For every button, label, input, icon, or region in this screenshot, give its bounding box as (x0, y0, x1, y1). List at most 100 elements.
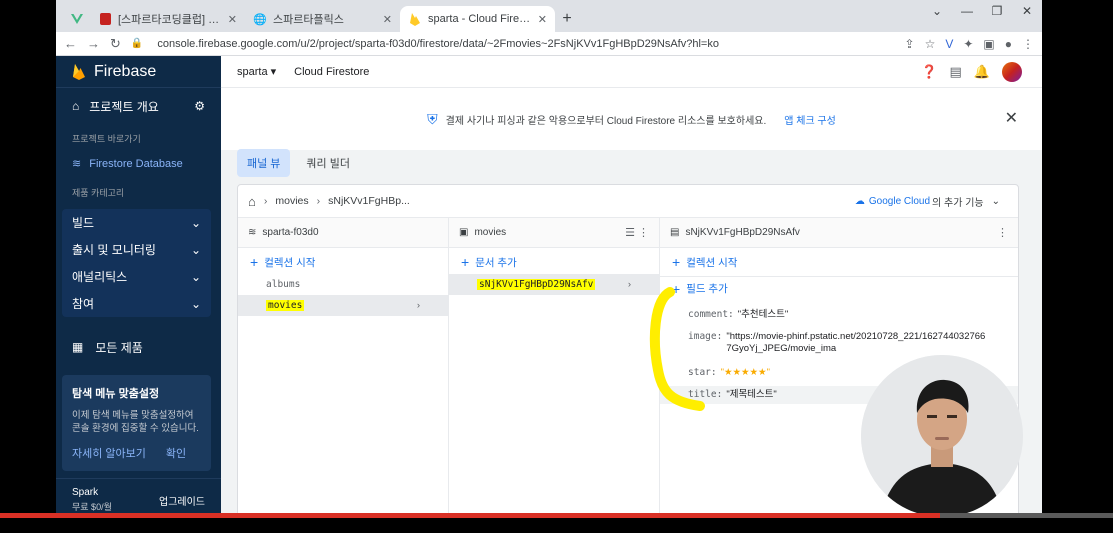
add-document-button[interactable]: + 문서 추가 (449, 250, 659, 274)
plan-name: Spark (72, 487, 99, 498)
tab-title: [스파르타코딩클럽] 코딩이 처음 (118, 14, 224, 26)
list-item[interactable]: movies › (238, 295, 448, 316)
filter-icon[interactable]: ☰ (625, 227, 635, 239)
sidebar-group-build[interactable]: 빌드 ⌄ (62, 209, 211, 236)
start-collection-button[interactable]: + 컬렉션 시작 (238, 250, 448, 274)
browser-actions: ⇪ ☆ V ✦ ▣ ● ⋮ (905, 37, 1035, 51)
reload-icon[interactable]: ↻ (110, 36, 121, 52)
collection-icon: ▣ (459, 227, 469, 238)
sidebar-group-engage[interactable]: 참여 ⌄ (62, 290, 211, 317)
vue-devtools-icon[interactable]: V (945, 37, 953, 51)
tab-sparta-coding[interactable]: [스파르타코딩클럽] 코딩이 처음 ✕ (90, 6, 245, 32)
field-key: comment: (688, 309, 734, 320)
google-cloud-menu[interactable]: ☁ Google Cloud 의 추가 기능 ⌄ (855, 194, 1018, 209)
group-label: 참여 (72, 297, 95, 311)
chevron-down-icon: ⌄ (190, 215, 201, 230)
group-label: 애널리틱스 (72, 270, 128, 284)
sidebar-item-label: Firestore Database (89, 157, 183, 170)
tab-query-builder[interactable]: 쿼리 빌더 (296, 149, 360, 177)
close-icon[interactable]: ✕ (228, 13, 237, 26)
maximize-icon[interactable]: ❐ (982, 4, 1012, 18)
confirm-link[interactable]: 확인 (166, 445, 186, 461)
learn-more-link[interactable]: 자세히 알아보기 (72, 445, 146, 461)
vue-icon (70, 12, 84, 26)
new-tab-button[interactable]: + (555, 6, 579, 32)
plan-price: 무료 $0/월 (72, 502, 112, 512)
service-title: Cloud Firestore (294, 65, 370, 78)
column-header: ▣ movies ☰ ⋮ (449, 218, 659, 248)
share-icon[interactable]: ⇪ (905, 37, 915, 51)
menu-icon[interactable]: ⋮ (1022, 37, 1034, 51)
firebase-logo[interactable]: Firebase (56, 56, 221, 88)
lock-icon[interactable]: 🔒 (131, 38, 143, 49)
profile-icon[interactable]: ● (1005, 37, 1012, 51)
configure-app-check-link[interactable]: 앱 체크 구성 (784, 112, 836, 127)
field-key: star: (688, 367, 717, 378)
chevron-down-icon: ⌄ (190, 242, 201, 257)
chevron-down-icon[interactable]: ⌄ (922, 4, 952, 18)
all-products[interactable]: ▦ 모든 제품 (56, 327, 221, 367)
firebase-icon (408, 12, 422, 26)
tab-panel-view[interactable]: 패널 뷰 (237, 149, 291, 177)
extensions-icon[interactable]: ✦ (963, 37, 973, 51)
presenter-image (861, 355, 1023, 517)
plus-icon: + (250, 254, 259, 270)
chevron-down-icon: ⌄ (190, 269, 201, 284)
close-icon[interactable]: ✕ (383, 13, 392, 26)
start-collection-button[interactable]: + 컬렉션 시작 (660, 250, 1018, 274)
gear-icon[interactable]: ⚙ (194, 99, 205, 113)
tab-strip: [스파르타코딩클럽] 코딩이 처음 ✕ 🌐 스파르타플릭스 ✕ sparta -… (56, 0, 1042, 32)
field-value: "추천테스트" (737, 309, 789, 320)
add-label: 문서 추가 (475, 256, 517, 269)
sidepanel-icon[interactable]: ▣ (983, 37, 994, 51)
column-title: movies (474, 227, 507, 238)
project-overview[interactable]: ⌂ 프로젝트 개요 ⚙ (56, 90, 221, 122)
shortcuts-heading: 프로젝트 바로가기 (72, 134, 141, 144)
field-row[interactable]: comment: "추천테스트" (660, 306, 1018, 324)
group-label: 빌드 (72, 216, 95, 230)
promo-title: 탐색 메뉴 맞춤설정 (72, 388, 160, 400)
overview-label: 프로젝트 개요 (89, 99, 159, 114)
back-icon[interactable]: ← (64, 36, 77, 51)
avatar[interactable] (1002, 61, 1022, 82)
upgrade-button[interactable]: 업그레이드 (159, 493, 205, 508)
close-icon[interactable]: ✕ (1005, 108, 1018, 128)
project-name: sparta (237, 66, 268, 78)
close-window-icon[interactable]: ✕ (1012, 4, 1042, 18)
chevron-down-icon: ⌄ (991, 195, 1000, 207)
project-selector[interactable]: sparta ▾ (237, 65, 276, 78)
more-icon[interactable]: ⋮ (997, 227, 1008, 239)
bookmark-icon (98, 12, 112, 26)
banner-text: 결제 사기나 피싱과 같은 악용으로부터 Cloud Firestore 리소스… (445, 115, 767, 127)
minimize-icon[interactable]: — (952, 4, 982, 18)
field-value: "제목테스트" (726, 389, 777, 400)
column-header: ▤ sNjKVv1FgHBpD29NsAfv ⋮ (660, 218, 1018, 248)
forward-icon[interactable]: → (87, 36, 100, 51)
list-item[interactable]: albums (238, 274, 448, 295)
gcloud-label: Google Cloud (868, 195, 931, 207)
home-icon[interactable]: ⌂ (248, 194, 256, 209)
list-item[interactable]: sNjKVv1FgHBpD29NsAfv › (449, 274, 659, 295)
feedback-icon[interactable]: ▤ (950, 64, 962, 80)
plus-icon: + (461, 254, 470, 270)
tab-spartaflix[interactable]: 🌐 스파르타플릭스 ✕ (245, 6, 400, 32)
more-icon[interactable]: ⋮ (638, 227, 649, 239)
add-field-button[interactable]: + 필드 추가 (660, 276, 1018, 300)
url-field[interactable]: console.firebase.google.com/u/2/project/… (157, 38, 904, 50)
column-title: sNjKVv1FgHBpD29NsAfv (685, 227, 800, 238)
tab-vue[interactable] (62, 6, 90, 32)
tab-firestore[interactable]: sparta - Cloud Firestore - Fireba ✕ (400, 6, 555, 32)
breadcrumb-doc[interactable]: sNjKVv1FgHBp... (328, 195, 410, 207)
help-icon[interactable]: ❓ (921, 64, 937, 80)
notifications-icon[interactable]: 🔔 (974, 64, 990, 80)
close-icon[interactable]: ✕ (538, 13, 547, 26)
star-icon[interactable]: ☆ (925, 37, 936, 51)
firestore-icon: ≋ (72, 158, 82, 170)
breadcrumb-collection[interactable]: movies (275, 195, 308, 207)
chevron-right-icon: › (263, 195, 268, 207)
sidebar-group-release[interactable]: 출시 및 모니터링 ⌄ (62, 236, 211, 263)
plus-icon: + (672, 254, 681, 270)
sidebar-group-analytics[interactable]: 애널리틱스 ⌄ (62, 263, 211, 290)
breadcrumb: ⌂ › movies › sNjKVv1FgHBp... ☁ Google Cl… (238, 185, 1018, 218)
sidebar-item-firestore[interactable]: ≋ Firestore Database (56, 151, 221, 176)
